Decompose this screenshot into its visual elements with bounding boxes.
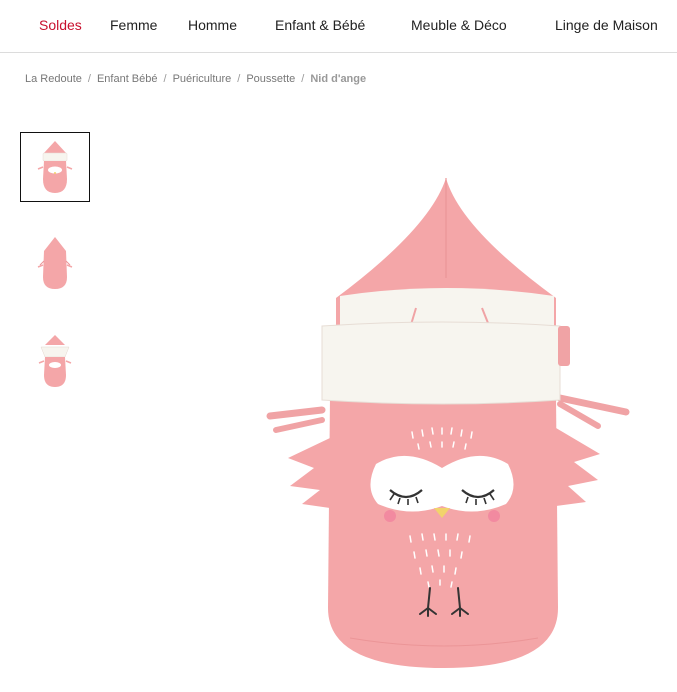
nav-item-meuble-deco[interactable]: Meuble & Déco	[411, 17, 507, 33]
left-wing	[288, 438, 330, 508]
right-wing	[556, 428, 600, 506]
thumbnail-1-image	[37, 141, 73, 193]
breadcrumb-current: Nid d'ange	[310, 73, 367, 85]
thumbnail-1-front-open[interactable]	[20, 132, 90, 202]
nav-item-homme[interactable]: Homme	[188, 17, 237, 33]
nav-item-soldes[interactable]: Soldes	[39, 17, 82, 33]
top-navigation: Soldes Femme Homme Enfant & Bébé Meuble …	[0, 0, 677, 53]
breadcrumb-link-enfant-bebe[interactable]: Enfant Bébé	[97, 73, 158, 85]
left-tie	[266, 406, 326, 420]
nav-item-femme[interactable]: Femme	[110, 17, 157, 33]
nav-item-linge-de-maison[interactable]: Linge de Maison	[555, 17, 658, 33]
thumbnail-3-image	[38, 335, 72, 387]
breadcrumb-separator: /	[163, 73, 167, 85]
breadcrumb-link-la-redoute[interactable]: La Redoute	[25, 73, 82, 85]
owl-body	[328, 396, 558, 668]
white-cuff	[321, 321, 561, 405]
thumbnail-3-open[interactable]	[20, 326, 90, 396]
breadcrumb: La Redoute / Enfant Bébé / Puériculture / Pous…	[25, 73, 366, 85]
breadcrumb-separator: /	[237, 73, 241, 85]
thumbnail-2-back[interactable]	[20, 228, 90, 298]
owl-sleeping-bag-illustration	[266, 178, 630, 668]
thumbnail-2-image	[37, 237, 73, 289]
breadcrumb-link-puericulture[interactable]: Puériculture	[173, 73, 232, 85]
breadcrumb-separator: /	[301, 73, 305, 85]
breadcrumb-separator: /	[87, 73, 91, 85]
nav-item-enfant-bebe[interactable]: Enfant & Bébé	[275, 17, 365, 33]
product-main-image[interactable]	[260, 168, 640, 678]
breadcrumb-link-poussette[interactable]: Poussette	[246, 73, 295, 85]
